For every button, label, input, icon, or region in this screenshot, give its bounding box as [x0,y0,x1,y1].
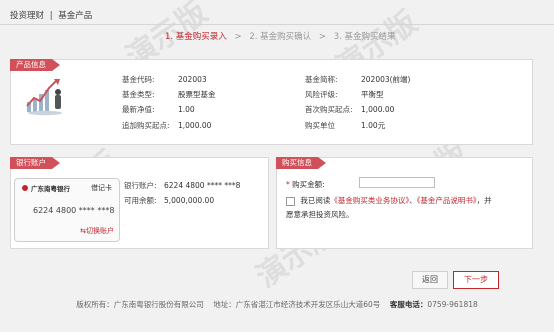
additional-purchase-min: 追加购买起点: 1,000.00 [122,120,211,131]
fund-name: 基金简称: 202003(前端) [305,74,410,85]
additional-purchase-min-label: 追加购买起点: [122,121,170,130]
breadcrumb-root[interactable]: 投资理财 [10,11,44,21]
agreement-link-2[interactable]: 《基金产品说明书》 [417,196,477,205]
latest-nav: 最新净值: 1.00 [122,104,195,115]
agreement-checkbox[interactable] [286,196,295,206]
purchase-amount-input[interactable] [359,177,435,188]
purchase-info-panel-tab: 购买信息 [276,157,326,169]
agreement-row: 我已阅读《基金购买类业务协议》、《基金产品说明书》，并 [286,195,492,206]
step-indicator: 1. 基金购买录入 > 2. 基金购买确认 > 3. 基金购买结果 [165,30,396,42]
fund-name-label: 基金简称: [305,75,338,84]
bank-account-value: 6224 4800 **** ***8 [164,181,241,190]
footer: 版权所有：广东南粤银行股份有限公司 地址：广东省湛江市经济技术开发区乐山大道60… [0,299,554,310]
breadcrumb: 投资理财 | 基金产品 [10,9,92,21]
first-purchase-min-label: 首次购买起点: [305,105,353,114]
bank-card: 广东南粤银行 借记卡 6224 4800 **** ***8 ⇆切换账户 [14,178,120,242]
required-mark: * [286,180,290,189]
product-panel: 产品信息 基金代码: 202003 基金简称: 202003(前端) 基金类型: 股票… [10,59,533,145]
breadcrumb-separator: | [49,11,53,21]
fund-code-value: 202003 [178,75,207,84]
latest-nav-label: 最新净值: [122,105,155,114]
agreement-separator: 、 [409,196,417,205]
purchase-amount-label: 购买金额: [292,180,325,189]
latest-nav-value: 1.00 [178,105,195,114]
fund-code-label: 基金代码: [122,75,155,84]
switch-account-link[interactable]: ⇆切换账户 [80,226,114,236]
agreement-prefix: 我已阅读 [300,196,331,205]
fund-code: 基金代码: 202003 [122,74,207,85]
fund-chart-icon [26,79,62,116]
bank-name: 广东南粤银行 [31,185,70,193]
bank-account: 银行账户: 6224 4800 **** ***8 [124,180,240,191]
breadcrumb-current: 基金产品 [58,11,93,21]
agreement-link-1[interactable]: 《基金购买类业务协议》 [330,196,409,205]
purchase-unit-value: 1.00元 [361,121,386,130]
risk-level-label: 风险评级: [305,90,338,99]
fund-name-value: 202003(前端) [361,75,411,84]
agreement-suffix: ，并 [476,196,492,205]
first-purchase-min-value: 1,000.00 [361,105,395,114]
bank-account-panel-tab: 银行账户 [10,157,60,169]
fund-type: 基金类型: 股票型基金 [122,89,216,100]
switch-account-label: 切换账户 [86,227,114,235]
purchase-info-panel: 购买信息 * 购买金额: 我已阅读《基金购买类业务协议》、《基金产品说明书》，并… [276,157,533,249]
product-panel-tab: 产品信息 [10,59,60,71]
step-arrow: > [234,32,242,42]
available-balance-value: 5,000,000.00 [164,196,215,205]
next-button[interactable]: 下一步 [453,271,499,289]
purchase-unit-label: 购买单位 [305,121,335,130]
card-type: 借记卡 [91,184,112,192]
footer-address: 地址：广东省湛江市经济技术开发区乐山大道60号 [213,300,381,309]
top-divider [0,24,554,25]
risk-level: 风险评级: 平衡型 [305,89,384,100]
back-button[interactable]: 返回 [412,271,448,289]
additional-purchase-min-value: 1,000.00 [178,121,212,130]
agreement-line-2: 愿意承担投资风险。 [286,210,354,219]
available-balance: 可用余额: 5,000,000.00 [124,195,214,206]
footer-hotline-label: 客服电话： [389,300,428,309]
step-1: 1. 基金购买录入 [165,32,227,42]
risk-level-value: 平衡型 [361,90,384,99]
card-number: 6224 4800 **** ***8 [33,206,115,215]
bank-logo-icon [22,185,28,191]
step-arrow: > [318,32,326,42]
first-purchase-min: 首次购买起点: 1,000.00 [305,104,394,115]
fund-type-value: 股票型基金 [178,90,216,99]
purchase-amount-row: * 购买金额: [286,179,325,190]
step-2: 2. 基金购买确认 [249,32,312,42]
purchase-unit: 购买单位 1.00元 [305,120,385,131]
bank-account-label: 银行账户: [124,181,157,190]
available-balance-label: 可用余额: [124,196,157,205]
footer-hotline: 0759-961818 [427,300,478,309]
footer-copyright: 版权所有：广东南粤银行股份有限公司 [76,300,204,309]
step-3: 3. 基金购买结果 [333,32,396,42]
fund-type-label: 基金类型: [122,90,155,99]
